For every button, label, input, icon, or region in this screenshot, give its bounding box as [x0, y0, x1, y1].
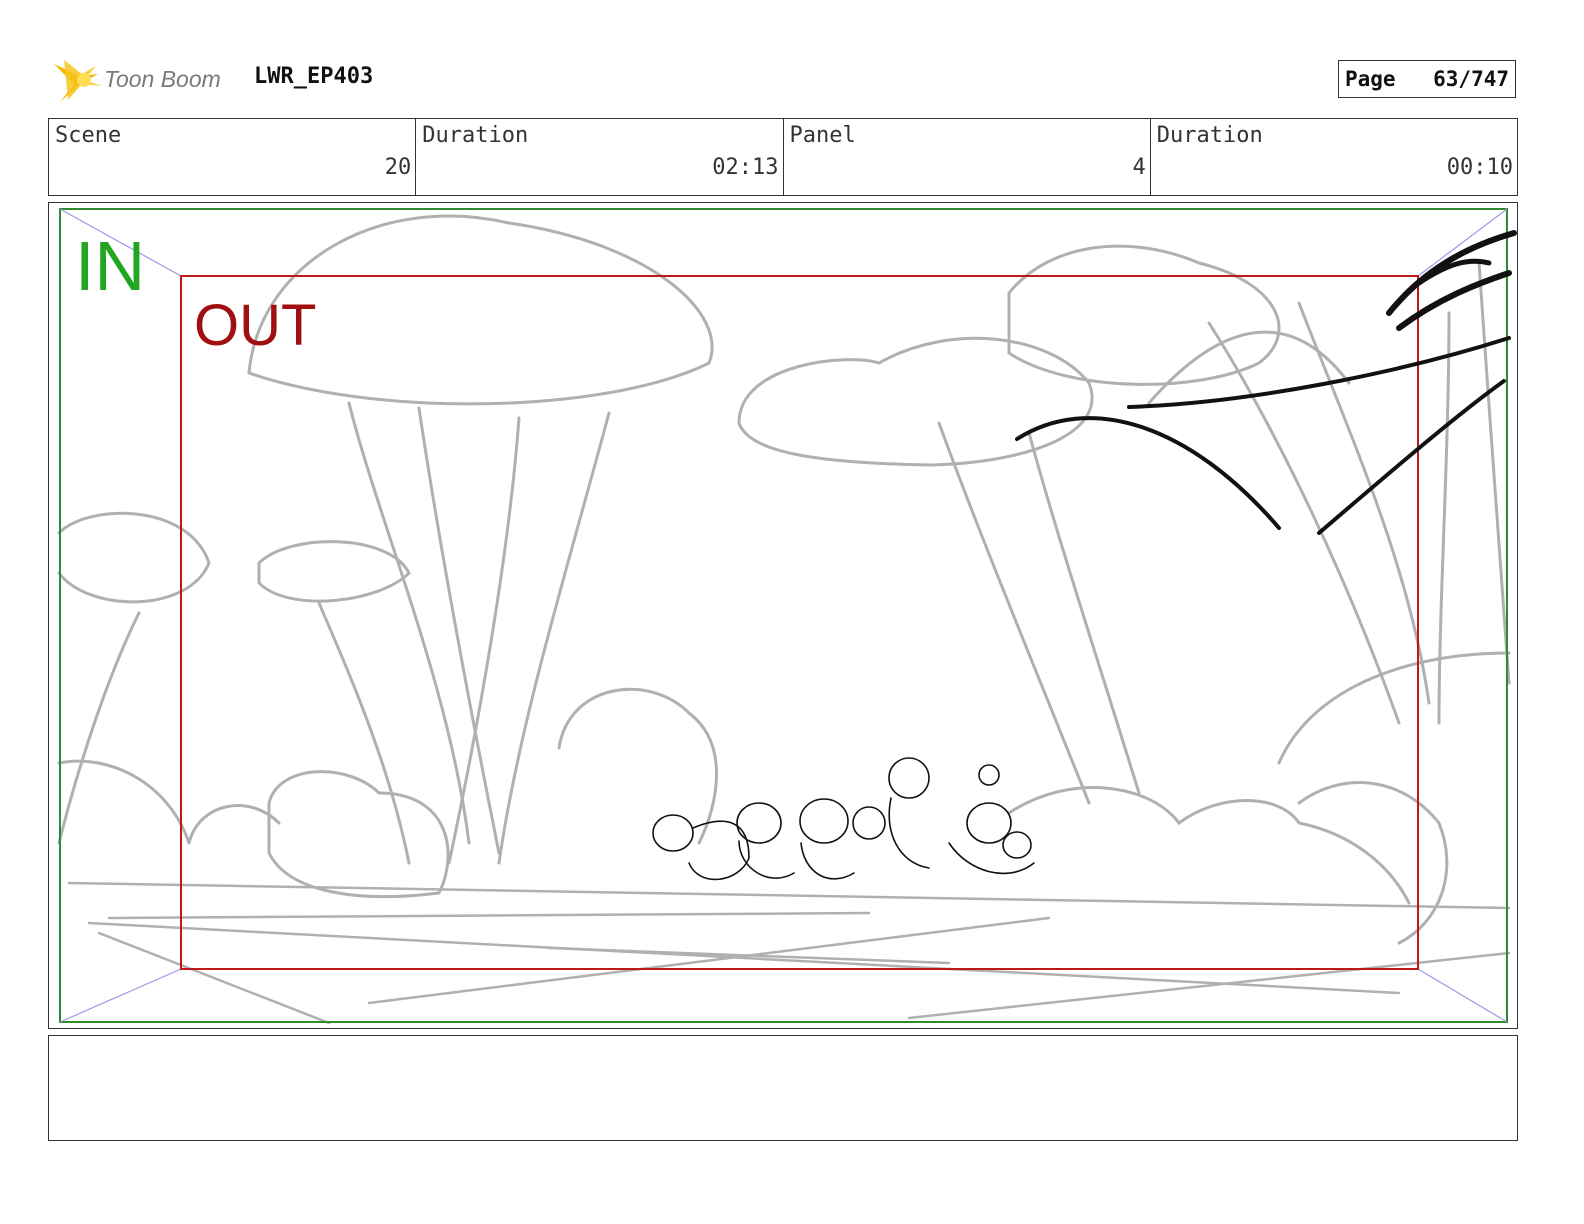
- scene-duration-label: Duration: [422, 123, 529, 148]
- scene-label: Scene: [55, 123, 122, 148]
- panel-info-row: Scene 20 Duration 02:13 Panel 4 Duration…: [48, 118, 1518, 196]
- page-label: Page: [1345, 67, 1396, 91]
- panel-duration-cell: Duration 00:10: [1151, 119, 1517, 195]
- panel-duration-label: Duration: [1156, 123, 1263, 148]
- scene-value: 20: [384, 155, 412, 180]
- page-indicator: Page 63/747: [1338, 60, 1516, 98]
- in-frame-label: IN: [75, 227, 145, 305]
- panel-cell: Panel 4: [784, 119, 1151, 195]
- out-frame-label: OUT: [194, 293, 317, 358]
- panel-label: Panel: [789, 123, 856, 148]
- page-value: 63/747: [1433, 67, 1509, 91]
- panel-value: 4: [1132, 155, 1146, 180]
- toon-boom-logo: Toon Boom: [50, 56, 240, 108]
- panel-duration-value: 00:10: [1446, 155, 1513, 180]
- starburst-icon: [54, 60, 102, 102]
- scene-duration-cell: Duration 02:13: [416, 119, 784, 195]
- panel-notes-box: [48, 1035, 1518, 1141]
- scene-duration-value: 02:13: [712, 155, 779, 180]
- project-title: LWR_EP403: [254, 64, 374, 89]
- logo-text: Toon Boom: [104, 66, 221, 92]
- scene-cell: Scene 20: [49, 119, 417, 195]
- storyboard-panel: IN OUT: [48, 202, 1518, 1029]
